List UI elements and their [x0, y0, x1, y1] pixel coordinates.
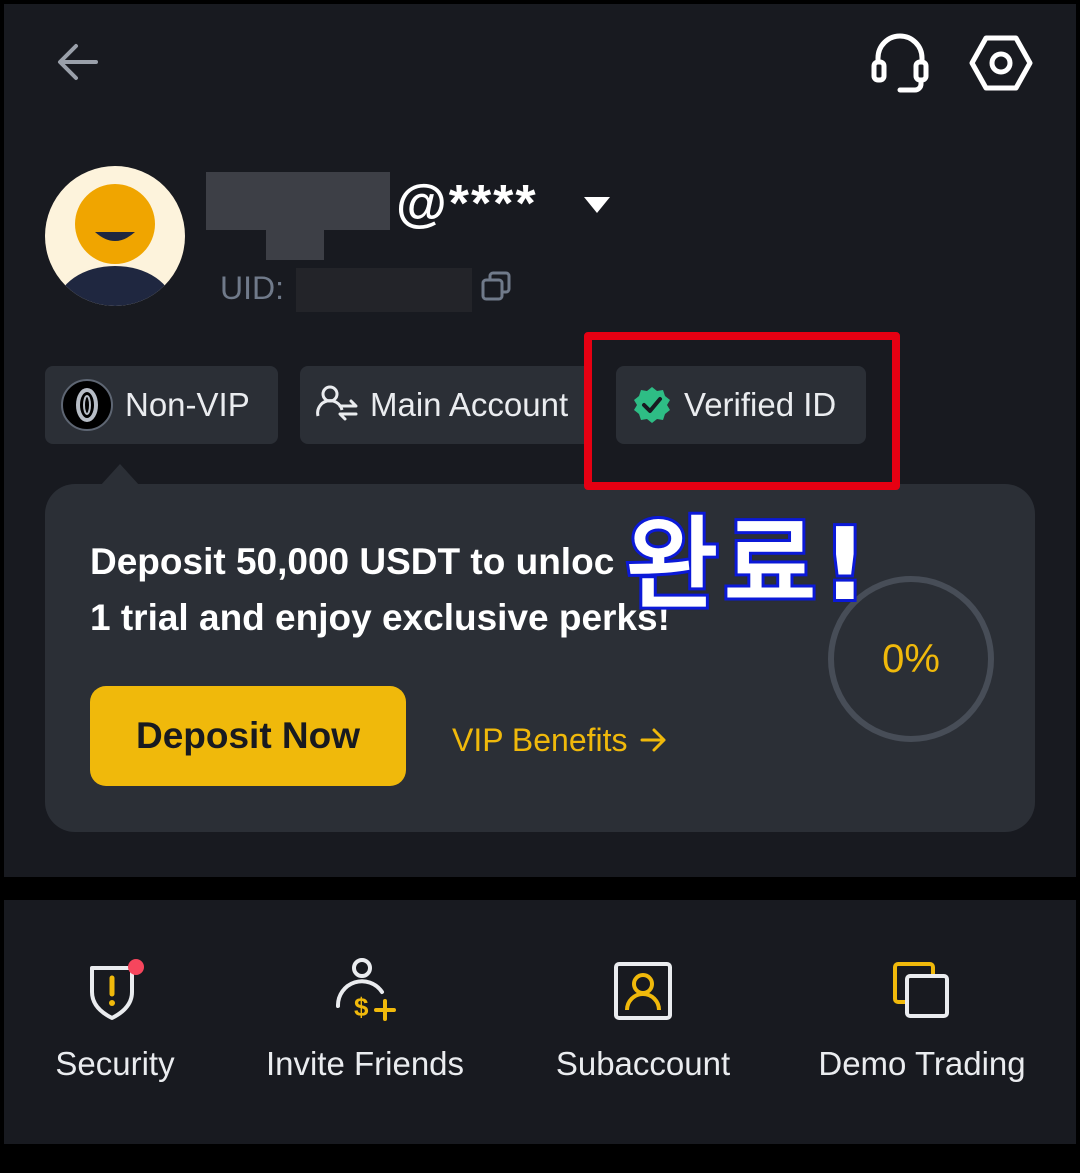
user-switch-icon [316, 385, 358, 421]
account-type-chip[interactable]: Main Account [300, 366, 592, 444]
security-label: Security [55, 1045, 175, 1082]
tooltip-pointer [100, 464, 140, 486]
avatar-face-icon [57, 184, 173, 306]
demo-trading-label: Demo Trading [818, 1045, 1026, 1082]
copy-icon[interactable] [480, 270, 512, 302]
deposit-now-button[interactable]: Deposit Now [90, 686, 406, 786]
hexagon-settings-icon[interactable] [968, 30, 1034, 96]
completion-overlay-text: 완료! [623, 503, 874, 626]
uid-label: UID: [220, 270, 284, 306]
demo-trading-action[interactable]: Demo Trading [792, 958, 1052, 1086]
arrow-right-icon [640, 728, 666, 752]
vip-benefits-label: VIP Benefits [452, 722, 628, 758]
highlight-box [584, 332, 900, 490]
subaccount-label: Subaccount [555, 1045, 731, 1082]
vip-level-chip[interactable]: Non-VIP [45, 366, 278, 444]
svg-text:$: $ [354, 992, 369, 1022]
progress-percent: 0% [882, 637, 940, 681]
subaccount-action[interactable]: Subaccount [513, 958, 773, 1086]
headset-icon[interactable] [868, 30, 932, 94]
nickname-redacted [206, 172, 390, 230]
vip-level-label: Non-VIP [125, 386, 250, 423]
promo-line-2: 1 trial and enjoy exclusive perks! [90, 597, 670, 638]
security-action[interactable]: Security [0, 958, 245, 1086]
shield-alert-icon [90, 959, 144, 1020]
notification-dot [128, 959, 144, 975]
avatar[interactable] [45, 166, 185, 306]
vip-badge-icon [61, 379, 113, 431]
arrow-left-icon[interactable] [54, 38, 102, 86]
account-type-label: Main Account [370, 386, 569, 423]
user-dollar-plus-icon: $ [335, 958, 396, 1022]
promo-line-1: Deposit 50,000 USDT to unloc [90, 541, 615, 582]
nickname-suffix: @**** [396, 175, 538, 233]
nickname-redacted-tail [266, 230, 324, 260]
uid-value-redacted [296, 268, 472, 312]
caret-down-icon[interactable] [582, 193, 612, 217]
invite-friends-label: Invite Friends [265, 1045, 465, 1082]
stacked-squares-icon [893, 962, 949, 1018]
invite-friends-action[interactable]: $ Invite Friends [235, 958, 495, 1086]
user-square-icon [614, 962, 672, 1020]
vip-benefits-link[interactable]: VIP Benefits [452, 718, 668, 762]
